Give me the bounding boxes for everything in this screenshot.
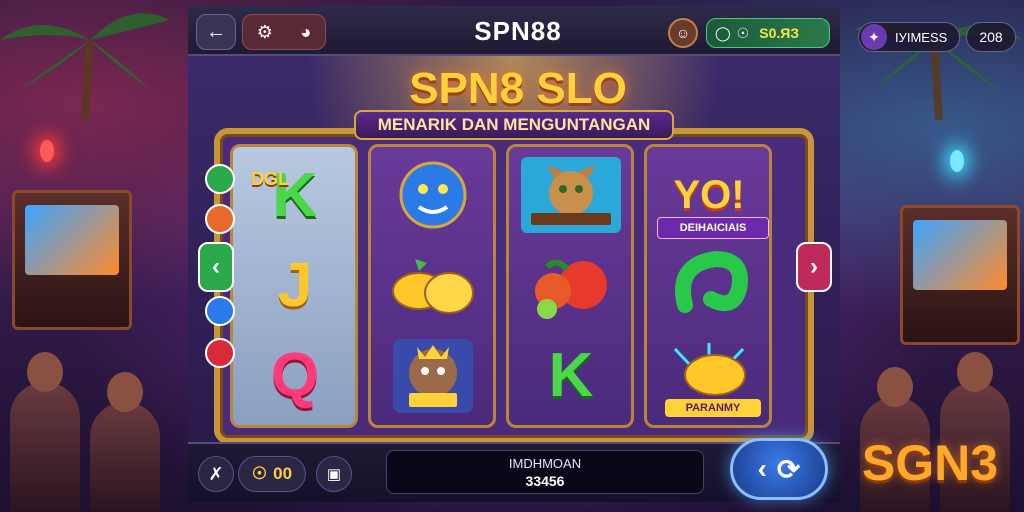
game-tagline: MENARIK DAN MENGUNTANGAN <box>354 110 674 140</box>
reel-next-button[interactable]: › <box>796 242 832 292</box>
arcade-cabinet-right <box>900 205 1020 345</box>
chevron-left-icon: ‹ <box>212 253 220 280</box>
reel-1: DGL K J Q <box>230 144 358 428</box>
blue-panther-icon <box>399 161 467 229</box>
games-menu-button[interactable]: ✦ ІУІМЕЅЅ <box>858 22 960 52</box>
tools-button[interactable]: ✗ <box>198 456 234 492</box>
coin-icon: ☉ <box>251 464 268 483</box>
profile-icon: ☺ <box>675 25 691 41</box>
symbol-letter: YO! <box>673 172 745 217</box>
bet-value: 00 <box>273 464 293 483</box>
lamp-red-icon <box>40 140 54 162</box>
info-button[interactable]: ▣ <box>316 456 352 492</box>
crowd-left <box>0 352 200 512</box>
symbol-j: J <box>241 245 349 325</box>
lamp-blue-icon <box>950 150 964 172</box>
reel-4: YO! DEIHAICIAIS PARANMY <box>644 144 772 428</box>
balance-value: S0.ЯЗ <box>759 25 800 41</box>
settings-gear-icon[interactable]: ⚙ <box>257 22 273 43</box>
reel-frame: DGL K J Q K YO! DEIHAICIAIS PARANMY <box>214 128 814 444</box>
profile-button[interactable]: ☺ <box>668 18 698 48</box>
cat-warrior-icon <box>521 157 621 233</box>
tools-icon: ✗ <box>208 463 224 484</box>
side-button-2[interactable] <box>205 204 235 234</box>
top-controls-group: ⚙ ◕ <box>242 14 326 50</box>
slot-game-area: SPN8 SLO DGL K J Q K YO! DEIHAICIAIS PAR… <box>188 56 840 444</box>
coin-small-icon: ☉ <box>736 24 750 41</box>
balance-display[interactable]: ◯ ☉ S0.ЯЗ <box>706 18 830 48</box>
golden-fruit-icon <box>392 259 474 314</box>
games-count: 208 <box>966 22 1016 52</box>
symbol-q: Q <box>241 335 349 415</box>
brand-corner-logo: SGN3 <box>861 435 999 491</box>
bottom-bar: ✗ ☉ 00 ▣ IMDHMOAN 33456 ‹ ⟳ <box>188 438 840 502</box>
palm-tree-left-icon <box>0 13 170 120</box>
back-button[interactable]: ← <box>196 14 236 50</box>
win-display: IMDHMOAN 33456 <box>386 450 704 494</box>
side-button-3[interactable] <box>205 296 235 326</box>
symbol-letter: Q <box>270 340 320 410</box>
win-label: IMDHMOAN <box>508 455 582 471</box>
win-amount: 33456 <box>525 472 565 489</box>
wallet-icon: ◯ <box>715 24 731 41</box>
reel-prev-button[interactable]: ‹ <box>198 242 234 292</box>
side-button-1[interactable] <box>205 164 235 194</box>
spin-button[interactable]: ‹ ⟳ <box>730 438 828 500</box>
fruit-pile-icon <box>535 259 607 319</box>
back-arrow-icon: ← <box>206 20 226 43</box>
raccoon-king-icon <box>393 339 473 413</box>
games-label: ІУІМЕЅЅ <box>895 29 948 45</box>
symbol-letter: J <box>277 250 313 320</box>
green-swirl-icon <box>675 250 748 313</box>
gold-mango-symbol: PARANMY <box>655 335 763 417</box>
arcade-cabinet-left <box>12 190 132 330</box>
symbol-k-green: K <box>517 335 625 415</box>
symbol-letter: K <box>548 340 594 410</box>
top-bar: ← ⚙ ◕ SPN88 ☺ ◯ ☉ S0.ЯЗ <box>188 6 840 56</box>
side-button-4[interactable] <box>205 338 235 368</box>
sound-icon[interactable]: ◕ <box>300 22 311 43</box>
palm-tree-right-icon <box>854 22 1024 120</box>
info-icon: ▣ <box>326 466 342 483</box>
symbol-banner: DEIHAICIAIS <box>657 217 769 239</box>
symbol-badge: DGL <box>251 169 289 189</box>
games-icon: ✦ <box>861 24 887 50</box>
reel-3: K <box>506 144 634 428</box>
spin-refresh-icon: ⟳ <box>776 453 801 485</box>
symbol-banner: PARANMY <box>665 399 761 417</box>
symbol-k-gold: DGL K <box>241 155 349 235</box>
game-logo: SPN8 SLO <box>409 64 627 113</box>
spin-back-icon: ‹ <box>757 453 767 484</box>
bet-display[interactable]: ☉ 00 <box>238 456 306 492</box>
symbol-yo-wild: YO! DEIHAICIAIS <box>655 155 769 239</box>
brand-title: SPN88 <box>474 16 562 46</box>
chevron-right-icon: › <box>810 253 818 280</box>
reel-2 <box>368 144 496 428</box>
